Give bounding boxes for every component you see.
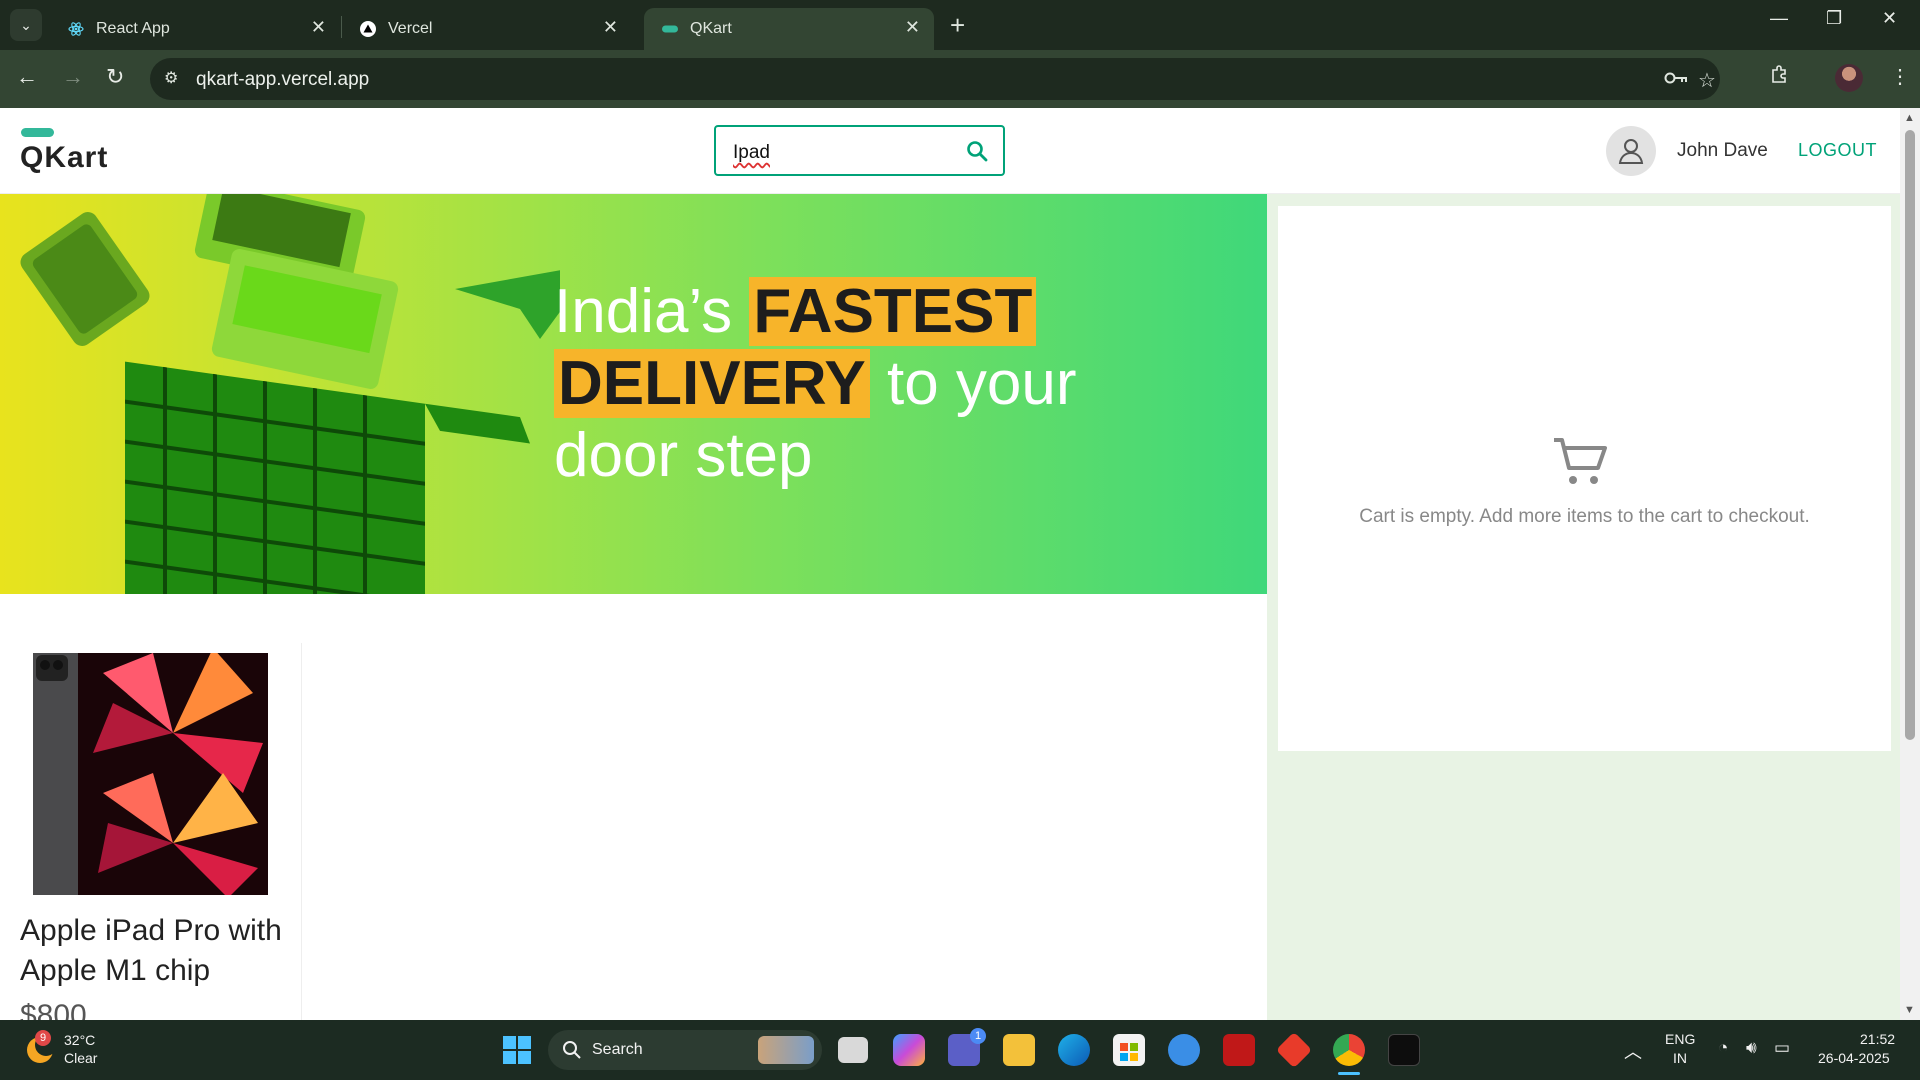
- chrome-icon[interactable]: [1333, 1034, 1365, 1066]
- bookmark-star-icon[interactable]: ☆: [1698, 68, 1716, 93]
- tablet-illustration: [20, 212, 150, 346]
- volume-icon[interactable]: 🔊︎: [1746, 1038, 1757, 1058]
- weather-widget[interactable]: 9 32°C Clear: [24, 1030, 104, 1070]
- user-icon: [1618, 139, 1644, 164]
- search-value[interactable]: Ipad: [733, 142, 770, 164]
- tab-qkart[interactable]: QKart ✕: [644, 8, 934, 50]
- tab-title: QKart: [690, 20, 732, 37]
- back-icon[interactable]: ←: [16, 64, 38, 90]
- hero-line-3: door step: [554, 421, 813, 490]
- hero-highlight: FASTEST: [749, 277, 1037, 346]
- copilot-icon[interactable]: [893, 1034, 925, 1066]
- cart-illustration: [125, 361, 530, 594]
- search-label: Search: [592, 1041, 643, 1058]
- task-view-icon[interactable]: [838, 1037, 868, 1063]
- taskbar: 9 32°C Clear Search 1 ︿ ENG IN ◔ 🔊︎ ▭ 21…: [0, 1020, 1920, 1080]
- app-icon[interactable]: [1388, 1034, 1420, 1066]
- qkart-favicon: [662, 21, 678, 37]
- menu-kebab-icon[interactable]: ⋮: [1890, 64, 1910, 89]
- reload-icon[interactable]: ↻: [106, 64, 124, 90]
- page-scrollbar[interactable]: ▲ ▼: [1900, 108, 1920, 1020]
- react-icon: [68, 21, 84, 37]
- close-tab-icon[interactable]: ✕: [311, 17, 326, 38]
- search-input[interactable]: Ipad: [714, 125, 1005, 176]
- language-bottom[interactable]: IN: [1673, 1050, 1687, 1066]
- url-text[interactable]: qkart-app.vercel.app: [196, 69, 369, 91]
- laptop-illustration: [194, 194, 399, 389]
- tab-react-app[interactable]: React App ✕: [50, 8, 340, 50]
- hero-text: to your: [887, 349, 1077, 418]
- product-card[interactable]: Apple iPad Pro with Apple M1 chip $800: [0, 643, 302, 1020]
- minimize-icon[interactable]: —: [1770, 8, 1788, 29]
- browser-tab-strip: ⌄ React App ✕ Vercel ✕ QKart ✕ + — ❐ ✕: [0, 0, 1920, 50]
- search-highlight-icon: [758, 1036, 814, 1064]
- teams-badge: 1: [970, 1028, 986, 1044]
- tab-vercel[interactable]: Vercel ✕: [342, 8, 632, 50]
- cart-box: Cart is empty. Add more items to the car…: [1278, 206, 1891, 751]
- weather-badge: 9: [35, 1030, 51, 1046]
- teams-icon[interactable]: 1: [948, 1028, 986, 1066]
- close-tab-icon[interactable]: ✕: [603, 17, 618, 38]
- address-bar[interactable]: ⚙ qkart-app.vercel.app ☆: [150, 58, 1720, 100]
- anydesk-icon[interactable]: [1275, 1031, 1313, 1069]
- password-key-icon[interactable]: [1664, 68, 1688, 91]
- active-app-indicator: [1338, 1072, 1360, 1075]
- search-icon: [563, 1041, 581, 1059]
- chevron-up-icon[interactable]: ︿: [1624, 1038, 1642, 1064]
- username: John Dave: [1677, 140, 1768, 161]
- tab-search-button[interactable]: ⌄: [10, 9, 42, 41]
- forward-icon[interactable]: →: [62, 64, 84, 90]
- page-content: QKart Ipad John Dave LOGOUT India’s FAST…: [0, 108, 1900, 1020]
- battery-icon[interactable]: ▭: [1774, 1038, 1790, 1058]
- search-icon[interactable]: [965, 139, 989, 168]
- weather-desc: Clear: [64, 1050, 98, 1066]
- logout-button[interactable]: LOGOUT: [1798, 140, 1877, 161]
- edge-icon[interactable]: [1058, 1034, 1090, 1066]
- restore-icon[interactable]: ❐: [1826, 8, 1842, 29]
- shopping-illustration: [20, 194, 560, 594]
- hero-line-2: DELIVERY to your: [554, 348, 1077, 420]
- logo-mark: [21, 128, 54, 137]
- scroll-up-icon[interactable]: ▲: [1904, 112, 1915, 124]
- scroll-down-icon[interactable]: ▼: [1904, 1004, 1915, 1016]
- language-top[interactable]: ENG: [1665, 1031, 1695, 1047]
- shopping-cart-icon: [1552, 436, 1608, 493]
- avatar: [1606, 126, 1656, 176]
- hero-highlight: DELIVERY: [554, 349, 870, 418]
- hero-banner: India’s FASTEST DELIVERY to your door st…: [0, 194, 1267, 594]
- clock-date[interactable]: 26-04-2025: [1818, 1050, 1890, 1066]
- cart-empty-message: Cart is empty. Add more items to the car…: [1359, 506, 1810, 527]
- profile-avatar[interactable]: [1835, 64, 1863, 92]
- help-icon[interactable]: [1168, 1034, 1200, 1066]
- microsoft-store-icon[interactable]: [1113, 1034, 1145, 1066]
- wifi-icon[interactable]: ◔: [1718, 1038, 1728, 1058]
- paper-plane-illustration: [455, 270, 560, 339]
- mcafee-icon[interactable]: [1223, 1034, 1255, 1066]
- vercel-triangle-icon: [360, 21, 376, 37]
- close-window-icon[interactable]: ✕: [1882, 8, 1897, 29]
- site-info-icon[interactable]: ⚙: [164, 68, 178, 88]
- start-windows-icon[interactable]: [503, 1036, 531, 1069]
- product-image[interactable]: [33, 653, 268, 895]
- file-explorer-icon[interactable]: [1003, 1034, 1035, 1066]
- close-tab-icon[interactable]: ✕: [905, 17, 920, 38]
- weather-temp: 32°C: [64, 1032, 96, 1048]
- tab-title: Vercel: [388, 20, 433, 37]
- tab-title: React App: [96, 20, 170, 37]
- clock-time[interactable]: 21:52: [1860, 1031, 1895, 1047]
- new-tab-button[interactable]: +: [950, 10, 965, 41]
- logo[interactable]: QKart: [20, 141, 108, 175]
- hero-text: India’s: [554, 277, 733, 346]
- browser-toolbar: ← → ↻ ⚙ qkart-app.vercel.app ☆ ⋮: [0, 50, 1920, 108]
- extensions-icon[interactable]: [1770, 64, 1790, 90]
- taskbar-search[interactable]: Search: [548, 1030, 822, 1070]
- scrollbar-thumb[interactable]: [1905, 130, 1915, 740]
- product-title: Apple iPad Pro with Apple M1 chip: [20, 914, 282, 987]
- site-header: QKart Ipad John Dave LOGOUT: [0, 108, 1900, 194]
- product-price: $800: [20, 999, 87, 1020]
- hero-line-1: India’s FASTEST: [554, 276, 1037, 348]
